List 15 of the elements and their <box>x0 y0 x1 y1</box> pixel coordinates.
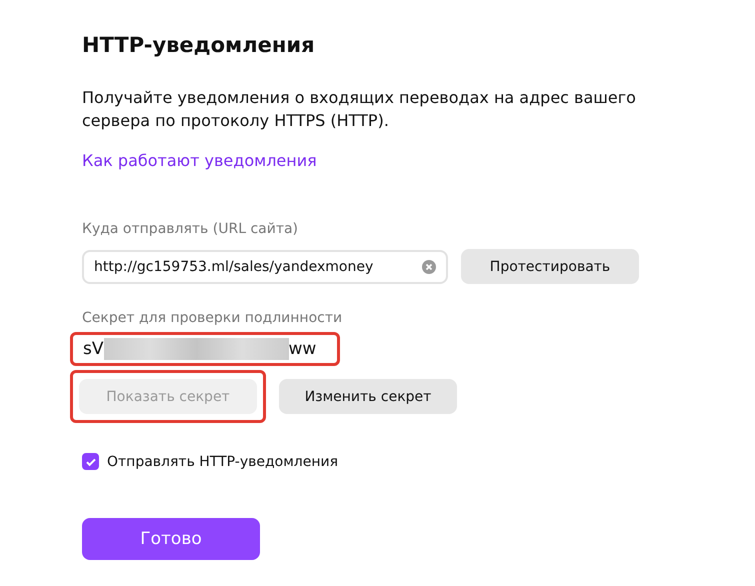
description-text: Получайте уведомления о входящих переводах на адрес вашего сервера по протоколу HTTPS (HTTP). <box>82 87 637 132</box>
checkbox-label: Отправлять HTTP-уведомления <box>107 454 338 470</box>
test-button[interactable]: Протестировать <box>461 249 639 284</box>
url-input-field[interactable]: http://gc159753.ml/sales/yandexmoney <box>82 250 448 284</box>
clear-icon[interactable] <box>422 260 436 274</box>
change-secret-button[interactable]: Изменить секрет <box>279 379 457 414</box>
secret-end: ww <box>288 339 316 359</box>
page-title: HTTP-уведомления <box>82 32 316 59</box>
url-label: Куда отправлять (URL сайта) <box>82 220 300 239</box>
secret-label: Секрет для проверки подлинности <box>82 309 344 328</box>
done-button[interactable]: Готово <box>82 518 260 560</box>
help-link[interactable]: Как работают уведомления <box>82 149 317 173</box>
secret-start: sV <box>83 339 104 359</box>
checkbox[interactable] <box>82 453 99 470</box>
check-icon <box>84 456 96 468</box>
